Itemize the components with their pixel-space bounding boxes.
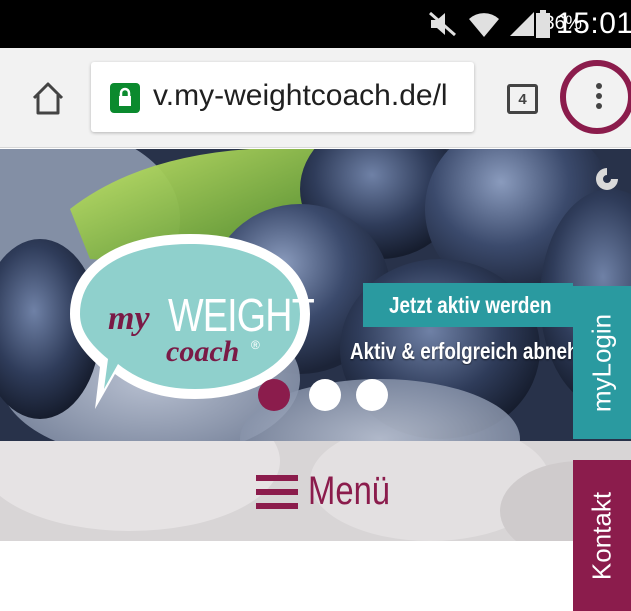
mylogin-tab[interactable]: myLogin [573, 286, 631, 439]
wifi-icon [468, 0, 500, 48]
overflow-menu-button[interactable] [560, 60, 631, 134]
url-text: v.my-weightcoach.de/l [153, 79, 448, 112]
logo-coach: coach [166, 335, 240, 368]
slider-dot-1[interactable] [258, 379, 290, 411]
status-bar: 36% 15:01 [0, 0, 631, 48]
lock-icon [110, 83, 140, 113]
hamburger-icon [256, 474, 298, 509]
tab-switcher-button[interactable]: 4 [507, 84, 538, 114]
cta-label: Jetzt aktiv werden [389, 292, 552, 318]
cta-button[interactable]: Jetzt aktiv werden [363, 283, 573, 327]
slider-dot-2[interactable] [309, 379, 341, 411]
menu-label: Menü [308, 469, 391, 513]
loading-spinner-icon [594, 166, 620, 192]
browser-toolbar: v.my-weightcoach.de/l 4 [0, 48, 631, 148]
menu-button[interactable]: Menü [256, 469, 408, 514]
logo-my: my [108, 300, 150, 337]
home-icon[interactable] [30, 80, 66, 116]
address-bar[interactable]: v.my-weightcoach.de/l [91, 62, 474, 132]
mylogin-label: myLogin [586, 313, 617, 412]
kontakt-label: Kontakt [586, 491, 617, 580]
logo-weight: WEIGHT [168, 289, 315, 341]
kontakt-tab[interactable]: Kontakt [573, 460, 631, 611]
clock: 15:01 [556, 7, 631, 40]
hero-subline: Aktiv & erfolgreich abnehmen [350, 338, 574, 365]
logo-registered: ® [251, 338, 260, 352]
hero-subline-text: Aktiv & erfolgreich abnehmen [350, 338, 574, 364]
slider-dot-3[interactable] [356, 379, 388, 411]
signal-icon [508, 0, 536, 48]
mute-icon [428, 0, 458, 48]
battery-icon [536, 0, 550, 48]
overflow-menu-icon [596, 83, 602, 113]
